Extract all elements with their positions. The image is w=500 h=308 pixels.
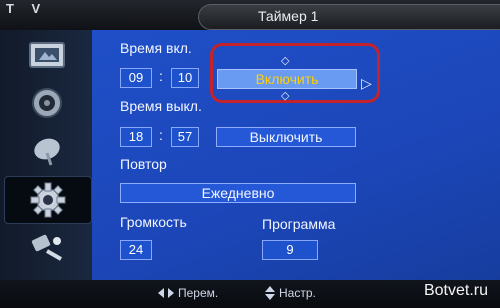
channel-icon <box>34 138 60 166</box>
adjust-hint: Настр. <box>265 286 316 300</box>
off-hour-field[interactable]: 18 <box>120 127 152 147</box>
down-arrow-icon[interactable]: ◇ <box>281 89 289 102</box>
up-down-arrows-icon <box>265 286 275 300</box>
program-field[interactable]: 9 <box>262 240 318 260</box>
sidebar-item-settings[interactable] <box>4 176 92 224</box>
input-plug-icon <box>31 234 62 261</box>
sound-icon <box>32 88 62 118</box>
sidebar-item-channel[interactable] <box>4 128 90 174</box>
right-arrow-icon[interactable]: ▷ <box>361 75 372 92</box>
repeat-selector[interactable]: Ежедневно <box>120 183 356 203</box>
move-hint: Перем. <box>158 286 218 300</box>
off-time-label: Время выкл. <box>120 98 202 114</box>
adjust-hint-text: Настр. <box>279 286 316 300</box>
on-time-label: Время вкл. <box>120 40 192 56</box>
on-hour-field[interactable]: 09 <box>120 68 152 88</box>
sidebar <box>0 30 92 280</box>
top-bar: T V Таймер 1 <box>0 0 500 30</box>
move-hint-text: Перем. <box>178 286 219 300</box>
section-label: T V <box>6 1 48 16</box>
program-label: Программа <box>262 216 336 232</box>
off-state-selector[interactable]: Выключить <box>216 127 356 147</box>
left-right-arrows-icon <box>158 288 174 298</box>
up-arrow-icon[interactable]: ◇ <box>281 54 289 67</box>
volume-field[interactable]: 24 <box>120 240 152 260</box>
sidebar-item-picture[interactable] <box>4 32 90 78</box>
off-minute-field[interactable]: 57 <box>171 127 199 147</box>
page-title: Таймер 1 <box>258 8 319 24</box>
settings-gear-icon <box>30 182 66 218</box>
volume-label: Громкость <box>120 214 187 230</box>
bottom-bar: Перем. Настр. Botvet.ru <box>0 280 500 308</box>
picture-icon <box>29 42 65 68</box>
title-pill <box>198 4 500 30</box>
on-time-colon: : <box>159 68 163 84</box>
watermark: Botvet.ru <box>423 282 488 299</box>
repeat-label: Повтор <box>120 156 167 172</box>
on-state-selector[interactable]: Включить <box>217 69 357 89</box>
sidebar-item-sound[interactable] <box>4 80 90 126</box>
off-time-colon: : <box>159 127 163 143</box>
sidebar-item-input[interactable] <box>4 224 90 270</box>
on-minute-field[interactable]: 10 <box>171 68 199 88</box>
